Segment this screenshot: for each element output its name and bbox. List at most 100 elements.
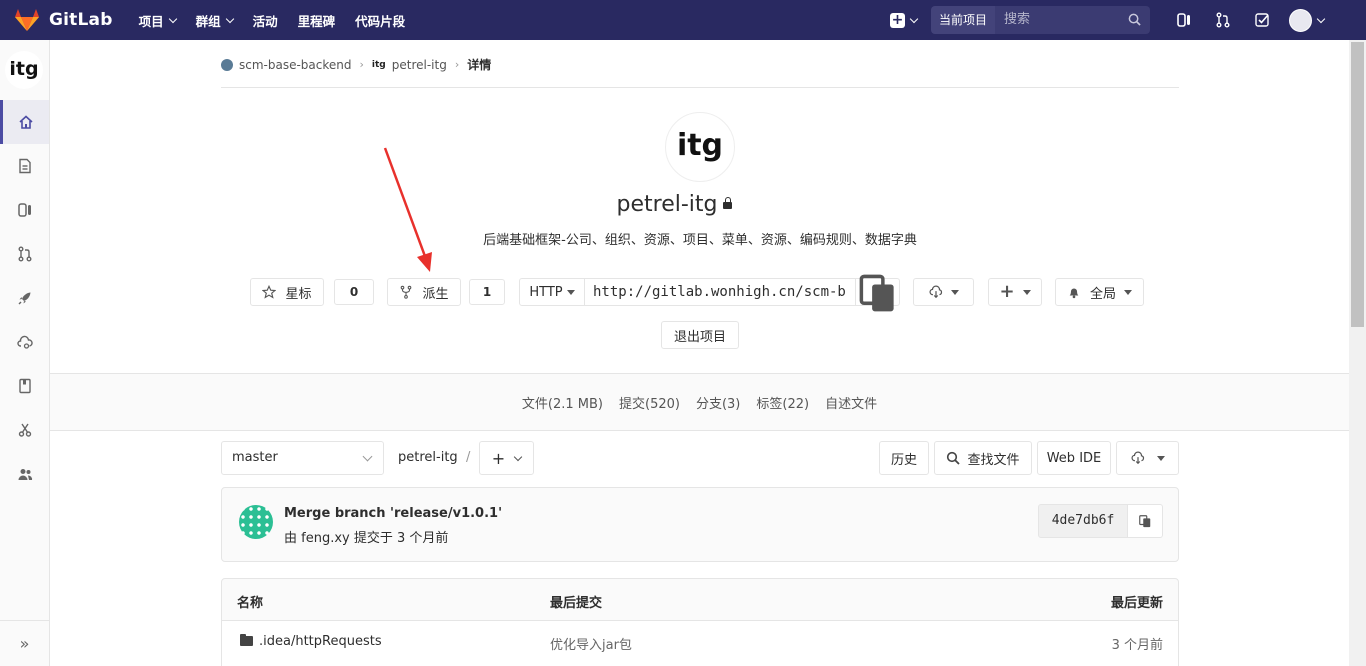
web-ide-button[interactable]: Web IDE bbox=[1037, 441, 1111, 475]
star-button[interactable]: 星标 bbox=[250, 278, 324, 306]
updated-cell: 3 个月前 bbox=[1111, 638, 1163, 653]
sidebar-item-ci-cd[interactable] bbox=[0, 276, 49, 320]
copy-icon bbox=[1139, 515, 1151, 528]
clone-url-input[interactable]: http://gitlab.wonhigh.cn/scm-b bbox=[585, 278, 855, 306]
gitlab-logo-icon bbox=[15, 9, 39, 31]
page-scrollbar[interactable] bbox=[1349, 40, 1366, 666]
clone-protocol-label: HTTP bbox=[529, 284, 563, 300]
brand-name: GitLab bbox=[49, 10, 113, 30]
branch-selector[interactable]: master bbox=[221, 441, 384, 475]
nav-activity-label: 活动 bbox=[252, 13, 278, 29]
breadcrumb-separator: › bbox=[454, 58, 460, 71]
fork-count[interactable]: 1 bbox=[469, 279, 505, 305]
fork-label: 派生 bbox=[422, 286, 449, 302]
sidebar-item-snippets[interactable] bbox=[0, 408, 49, 452]
copy-icon bbox=[859, 274, 894, 311]
sidebar-item-repository[interactable] bbox=[0, 144, 49, 188]
leave-project-button[interactable]: 退出项目 bbox=[661, 321, 739, 349]
new-dropdown-button[interactable]: + bbox=[889, 11, 919, 28]
nav-projects[interactable]: 项目 bbox=[138, 11, 177, 30]
download-dropdown[interactable] bbox=[913, 278, 974, 306]
chevron-down-icon bbox=[362, 451, 373, 462]
plus-icon: + bbox=[491, 448, 506, 468]
nav-milestones-label: 里程碑 bbox=[297, 13, 336, 29]
copy-url-button[interactable] bbox=[855, 274, 900, 311]
avatar[interactable] bbox=[239, 505, 273, 539]
user-menu-button[interactable] bbox=[1289, 8, 1326, 32]
last-commit-box: Merge branch 'release/v1.0.1' 由 feng.xy … bbox=[221, 487, 1179, 562]
scissors-icon bbox=[18, 423, 31, 437]
breadcrumb-project-link[interactable]: petrel-itg bbox=[392, 58, 447, 72]
nav-milestones[interactable]: 里程碑 bbox=[298, 11, 336, 30]
nav-activity[interactable]: 活动 bbox=[253, 11, 278, 30]
top-navbar: GitLab 项目 群组 活动 里程碑 代码片段 + 当前项目 搜索 bbox=[0, 0, 1366, 40]
commit-sha-group: 4de7db6f bbox=[1038, 504, 1163, 538]
project-description: 后端基础框架-公司、组织、资源、项目、菜单、资源、编码规则、数据字典 bbox=[483, 233, 917, 248]
todo-icon bbox=[1254, 13, 1269, 27]
stat-commits[interactable]: 提交(520) bbox=[619, 393, 680, 412]
folder-icon bbox=[240, 634, 253, 646]
breadcrumb-group-link[interactable]: scm-base-backend bbox=[239, 58, 352, 72]
find-file-label: 查找文件 bbox=[967, 452, 1020, 468]
search-icon bbox=[947, 451, 961, 465]
commit-meta: 由 feng.xy 提交于 3 个月前 bbox=[284, 531, 449, 546]
add-file-dropdown[interactable]: + bbox=[479, 441, 534, 475]
rocket-icon bbox=[18, 292, 30, 305]
repo-download-dropdown[interactable] bbox=[1116, 441, 1179, 475]
plus-icon: + bbox=[999, 281, 1015, 302]
star-label: 星标 bbox=[285, 286, 312, 302]
project-title: petrel-itg bbox=[0, 192, 1349, 217]
search-input[interactable]: 搜索 bbox=[995, 6, 1150, 34]
breadcrumb-project-avatar: itg bbox=[371, 59, 386, 70]
chevron-down-icon bbox=[513, 452, 523, 461]
stat-branches[interactable]: 分支(3) bbox=[696, 393, 740, 412]
commit-sha[interactable]: 4de7db6f bbox=[1038, 504, 1128, 538]
project-logo: itg bbox=[665, 112, 735, 182]
sidebar-project-avatar[interactable]: itg bbox=[5, 51, 43, 89]
stat-tags[interactable]: 标签(22) bbox=[756, 393, 809, 412]
stat-files[interactable]: 文件(2.1 MB) bbox=[522, 393, 603, 412]
breadcrumb-current[interactable]: 详情 bbox=[467, 56, 491, 73]
copy-sha-button[interactable] bbox=[1128, 504, 1163, 538]
nav-snippets[interactable]: 代码片段 bbox=[355, 11, 405, 30]
notification-dropdown[interactable]: 全局 bbox=[1055, 278, 1144, 306]
sidebar-item-members[interactable] bbox=[0, 452, 49, 496]
web-ide-label: Web IDE bbox=[1046, 450, 1102, 466]
merge-requests-nav-button[interactable] bbox=[1203, 0, 1242, 40]
history-button[interactable]: 历史 bbox=[879, 441, 929, 475]
nav-projects-label: 项目 bbox=[138, 13, 164, 29]
plus-icon: + bbox=[889, 11, 905, 28]
issues-nav-button[interactable] bbox=[1164, 0, 1203, 40]
chevron-down-icon bbox=[168, 14, 177, 23]
commit-title[interactable]: Merge branch 'release/v1.0.1' bbox=[284, 506, 502, 521]
table-row[interactable]: .idea/httpRequests 优化导入jar包 3 个月前 bbox=[221, 620, 1179, 666]
search-placeholder: 搜索 bbox=[1004, 12, 1031, 27]
file-name[interactable]: .idea/httpRequests bbox=[259, 634, 382, 649]
repo-path-link[interactable]: petrel-itg bbox=[398, 450, 458, 465]
project-name: petrel-itg bbox=[616, 192, 718, 217]
file-name-cell[interactable]: .idea/httpRequests bbox=[240, 634, 382, 649]
branch-name: master bbox=[232, 450, 278, 465]
notification-label: 全局 bbox=[1089, 286, 1116, 302]
book-icon bbox=[18, 378, 31, 394]
gitlab-home-link[interactable]: GitLab bbox=[14, 8, 113, 32]
merge-request-icon bbox=[18, 246, 31, 262]
stat-readme[interactable]: 自述文件 bbox=[825, 393, 877, 412]
star-count[interactable]: 0 bbox=[334, 279, 374, 305]
add-dropdown[interactable]: + bbox=[988, 278, 1042, 306]
star-icon bbox=[262, 285, 277, 299]
sidebar-item-operations[interactable] bbox=[0, 320, 49, 364]
last-commit-cell[interactable]: 优化导入jar包 bbox=[550, 634, 632, 653]
search-scope[interactable]: 当前项目 bbox=[930, 6, 995, 34]
clone-protocol-dropdown[interactable]: HTTP bbox=[519, 278, 585, 306]
scrollbar-thumb[interactable] bbox=[1351, 42, 1364, 327]
collapse-sidebar-button[interactable]: » bbox=[0, 620, 49, 666]
column-last-commit-header: 最后提交 bbox=[550, 596, 603, 611]
sidebar-item-wiki[interactable] bbox=[0, 364, 49, 408]
nav-groups[interactable]: 群组 bbox=[196, 11, 234, 30]
column-updated-header: 最后更新 bbox=[1110, 596, 1163, 611]
find-file-button[interactable]: 查找文件 bbox=[934, 441, 1032, 475]
todos-nav-button[interactable] bbox=[1242, 0, 1281, 40]
caret-down-icon bbox=[1156, 455, 1165, 461]
sidebar-item-project[interactable] bbox=[0, 100, 49, 144]
